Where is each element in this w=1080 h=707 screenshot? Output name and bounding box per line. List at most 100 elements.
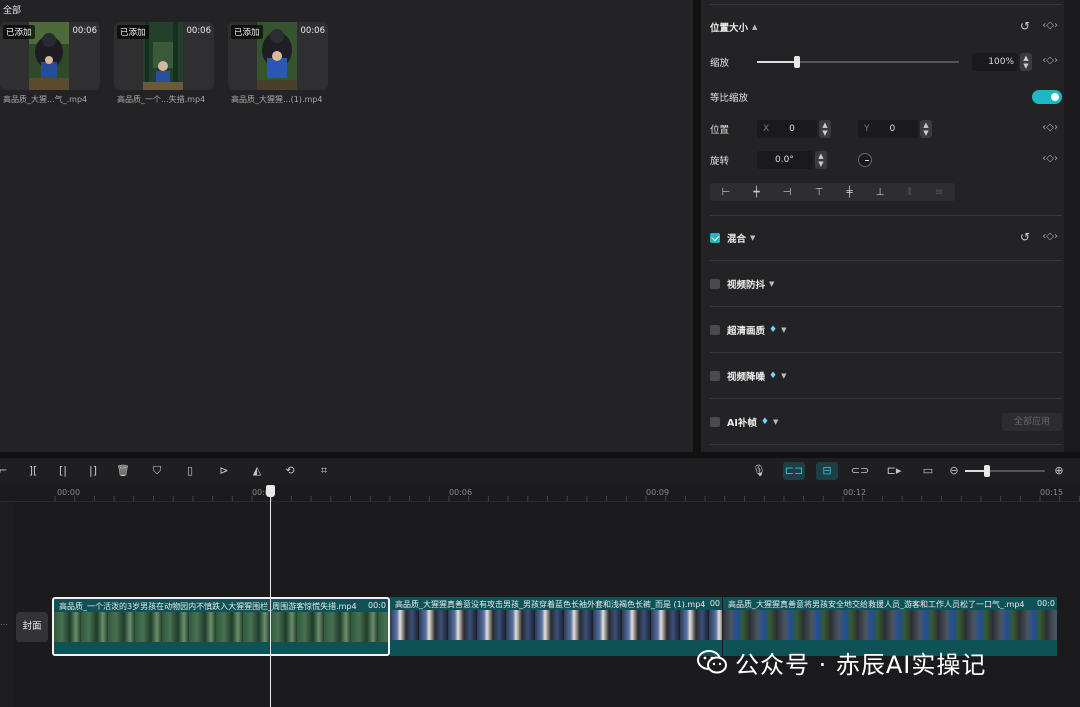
tick-label: 00:09 <box>646 488 670 497</box>
media-item[interactable]: 已添加 00:06 高品质_一个...失措.mp4 <box>114 22 214 105</box>
apply-all-button[interactable]: 全部应用 <box>1002 413 1062 431</box>
keyframe-icon[interactable]: ‹◇› <box>1042 20 1058 31</box>
duration-label: 00:06 <box>300 26 326 36</box>
auto-snap-icon[interactable]: ⊟ <box>816 462 838 480</box>
scale-label: 缩放 <box>710 58 730 69</box>
clip-filmstrip <box>54 612 388 642</box>
x-label: X <box>763 124 770 134</box>
panel-divider[interactable] <box>693 0 701 452</box>
hd-label: 超清画质 <box>727 326 766 337</box>
align-right-icon[interactable]: ⊣ <box>783 187 792 198</box>
reset-icon[interactable]: ↺ <box>1020 19 1030 33</box>
zoom-slider-handle[interactable] <box>984 465 990 477</box>
align-center-v-icon[interactable]: ╪ <box>846 187 852 198</box>
align-bottom-icon[interactable]: ⊥ <box>876 187 885 198</box>
delete-icon[interactable]: 🗑 <box>114 462 132 480</box>
blend-row[interactable]: 混合 ▼ ↺ ‹◇› <box>710 228 1062 248</box>
rotate-dial-icon[interactable] <box>858 153 872 167</box>
main-track-magnet-icon[interactable]: ⊏⊐ <box>783 462 805 480</box>
uniform-scale-label: 等比缩放 <box>710 93 749 104</box>
playhead[interactable] <box>270 492 271 707</box>
clip-title: 高品质_大猩猩真善意没有攻击男孩_男孩穿着蓝色长袖外套和浅褐色长裤_而是 (1)… <box>395 599 720 610</box>
tick-label: 00:00 <box>57 488 81 497</box>
denoise-label: 视频降噪 <box>727 372 766 383</box>
media-thumbnail[interactable]: 已添加 00:06 <box>114 22 214 90</box>
microphone-icon[interactable]: 🎙 <box>750 462 768 480</box>
split-right-icon[interactable]: |] <box>84 462 102 480</box>
scale-stepper[interactable]: ▲ ▼ <box>1020 53 1032 71</box>
scale-input[interactable]: 100% <box>972 53 1018 71</box>
video-clip-1[interactable]: 高品质_一个活泼的3岁男孩在动物园内不慎跌入大猩猩围栏_周围游客惊慌失措.mp4… <box>52 597 390 656</box>
distribute-v-icon[interactable]: ≡ <box>935 187 943 198</box>
video-clip-2[interactable]: 高品质_大猩猩真善意没有攻击男孩_男孩穿着蓝色长袖外套和浅褐色长裤_而是 (1)… <box>390 597 722 656</box>
distribute-h-icon[interactable]: ⫴ <box>908 187 912 198</box>
caret-down-icon[interactable]: ▼ <box>750 234 755 242</box>
media-item[interactable]: 已添加 00:06 高品质_大猩猩...(1).mp4 <box>228 22 328 105</box>
keyframe-icon[interactable]: ‹◇› <box>1042 122 1058 133</box>
align-left-icon[interactable]: ⊢ <box>722 187 731 198</box>
denoise-checkbox[interactable] <box>710 371 720 381</box>
x-stepper[interactable]: ▲ ▼ <box>819 120 831 138</box>
rotate-icon[interactable]: ⟲ <box>281 462 299 480</box>
align-center-h-icon[interactable]: ┿ <box>753 187 759 198</box>
media-filter-all[interactable]: 全部 <box>3 3 21 16</box>
playhead-handle[interactable] <box>266 485 275 497</box>
hd-checkbox[interactable] <box>710 325 720 335</box>
keyframe-icon[interactable]: ‹◇› <box>1042 55 1058 66</box>
uniform-scale-toggle[interactable] <box>1032 90 1062 104</box>
properties-scrollbar[interactable] <box>1064 0 1072 452</box>
media-filename: 高品质_大猩...气_.mp4 <box>3 95 88 104</box>
rotate-input[interactable]: 0.0° <box>757 151 813 169</box>
freeze-frame-icon[interactable]: ▯ <box>181 462 199 480</box>
rotate-stepper[interactable]: ▲ ▼ <box>815 151 827 169</box>
zoom-in-icon[interactable]: ⊕ <box>1050 462 1068 480</box>
crop-icon[interactable]: ⌗ <box>315 462 333 480</box>
scale-slider[interactable] <box>757 56 959 68</box>
ai-frame-row[interactable]: AI补帧 ♦ ▼ 全部应用 <box>710 412 1062 432</box>
caret-down-icon[interactable]: ▼ <box>781 372 786 380</box>
rotate-label: 旋转 <box>710 156 730 167</box>
track-menu-icon[interactable]: ⋯ <box>0 620 8 629</box>
position-size-header[interactable]: 位置大小 ▲ ↺ ‹◇› <box>710 17 1062 37</box>
denoise-row[interactable]: 视频降噪 ♦ ▼ <box>710 366 1062 386</box>
media-thumbnail[interactable]: 已添加 00:06 <box>0 22 100 90</box>
stabilize-row[interactable]: 视频防抖 ▼ <box>710 274 1062 294</box>
screen-icon[interactable]: ▭ <box>918 462 938 480</box>
play-reverse-icon[interactable]: ⊳ <box>215 462 233 480</box>
undo-icon[interactable]: ⌐ <box>0 462 12 480</box>
mirror-icon[interactable]: ◭ <box>248 462 266 480</box>
caret-down-icon[interactable]: ▼ <box>781 326 786 334</box>
ai-frame-checkbox[interactable] <box>710 417 720 427</box>
clip-filename: 高品质_大猩猩真善意将男孩安全地交给救援人员_游客和工作人员松了一口气_.mp4 <box>728 600 1025 609</box>
caret-down-icon[interactable]: ▼ <box>769 280 774 288</box>
cover-button[interactable]: 封面 <box>16 612 48 642</box>
zoom-out-icon[interactable]: ⊖ <box>945 462 963 480</box>
position-y-input[interactable]: Y 0 <box>858 120 918 138</box>
clip-duration: 00:0 <box>1035 599 1055 608</box>
wechat-logo-icon <box>697 650 727 674</box>
link-icon[interactable]: ⊂⊃ <box>850 462 870 480</box>
media-item[interactable]: 已添加 00:06 高品质_大猩...气_.mp4 <box>0 22 100 105</box>
media-thumbnail[interactable]: 已添加 00:06 <box>228 22 328 90</box>
caret-down-icon[interactable]: ▼ <box>773 418 778 426</box>
preview-axis-icon[interactable]: ⊏▸ <box>884 462 904 480</box>
align-top-icon[interactable]: ⊤ <box>815 187 824 198</box>
split-left-icon[interactable]: [| <box>54 462 72 480</box>
clip-filmstrip <box>390 610 722 640</box>
time-ruler[interactable]: 00:00 00:03 00:06 00:09 00:12 00:15 <box>0 484 1080 502</box>
hd-row[interactable]: 超清画质 ♦ ▼ <box>710 320 1062 340</box>
position-x-input[interactable]: X 0 <box>757 120 817 138</box>
stabilize-checkbox[interactable] <box>710 279 720 289</box>
zoom-slider[interactable] <box>965 465 1045 477</box>
shield-icon[interactable]: ⛉ <box>148 462 166 480</box>
blend-checkbox[interactable] <box>710 233 720 243</box>
reset-icon[interactable]: ↺ <box>1020 230 1030 244</box>
keyframe-icon[interactable]: ‹◇› <box>1042 231 1058 242</box>
split-icon[interactable]: ][ <box>24 462 42 480</box>
added-badge: 已添加 <box>231 25 263 39</box>
scale-slider-handle[interactable] <box>794 56 801 68</box>
y-stepper[interactable]: ▲ ▼ <box>920 120 932 138</box>
keyframe-icon[interactable]: ‹◇› <box>1042 153 1058 164</box>
caret-up-icon[interactable]: ▲ <box>752 23 757 31</box>
clip-filename: 高品质_一个活泼的3岁男孩在动物园内不慎跌入大猩猩围栏_周围游客惊慌失措.mp4 <box>59 602 357 611</box>
